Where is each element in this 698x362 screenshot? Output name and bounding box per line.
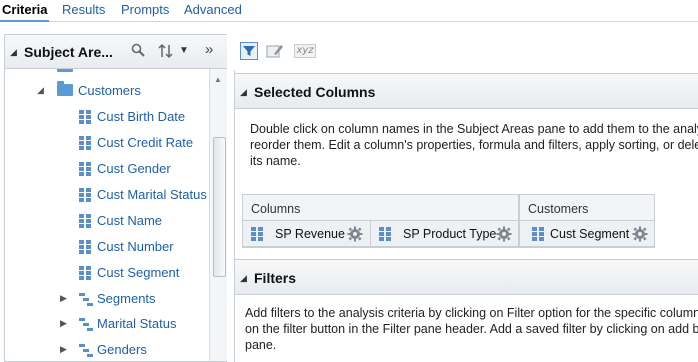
scrollbar-thumb[interactable] bbox=[213, 137, 226, 277]
expand-icon[interactable]: ▶ bbox=[60, 344, 67, 355]
column-group-customers: Customers Cust Segment bbox=[519, 194, 655, 248]
selected-columns-instructions-line-1: Double click on column names in the Subj… bbox=[250, 122, 698, 136]
tree-item-cust-marital-status[interactable]: Cust Marital Status bbox=[5, 185, 207, 205]
tree-item-cust-segment[interactable]: Cust Segment bbox=[5, 263, 205, 283]
column-chip-sp-revenue[interactable]: SP Revenue bbox=[242, 220, 371, 247]
tree-item-segments[interactable]: ▶ Segments bbox=[5, 289, 205, 309]
edit-formula-icon[interactable] bbox=[266, 42, 284, 60]
tree-item-label: Cust Birth Date bbox=[97, 109, 186, 124]
column-chip-label: SP Product Type bbox=[403, 227, 497, 241]
tree-item-cust-gender[interactable]: Cust Gender bbox=[5, 159, 205, 179]
column-icon bbox=[79, 214, 91, 228]
tab-results-label: Results bbox=[62, 2, 106, 17]
column-icon bbox=[251, 227, 263, 241]
subject-areas-header: ◢ Subject Are... ▼ » bbox=[5, 35, 227, 69]
column-chip-sp-product-type[interactable]: SP Product Type bbox=[370, 220, 519, 247]
column-icon bbox=[79, 266, 91, 280]
filters-instructions-line-3: pane. bbox=[245, 338, 277, 352]
filters-instructions-line-1: Add filters to the analysis criteria by … bbox=[245, 306, 698, 320]
sort-icon[interactable] bbox=[158, 43, 174, 62]
column-icon bbox=[79, 240, 91, 254]
filters-instructions-line-2: on the filter button in the Filter pane … bbox=[245, 322, 698, 336]
tree-item-marital-status[interactable]: ▶ Marital Status bbox=[5, 314, 205, 334]
collapse-pane-icon[interactable]: ◢ bbox=[10, 47, 17, 58]
filters-title: Filters bbox=[254, 270, 297, 286]
collapse-panel-icon[interactable]: » bbox=[205, 41, 213, 58]
subject-areas-title: Subject Are... bbox=[24, 44, 113, 60]
tree-scrollbar[interactable]: ▲ bbox=[209, 69, 227, 361]
tree-item-label: Cust Name bbox=[97, 213, 163, 228]
column-icon bbox=[79, 110, 91, 124]
gear-icon[interactable] bbox=[347, 226, 363, 242]
filters-header: ◢ Filters bbox=[235, 259, 698, 295]
selected-columns-instructions-line-2: reorder them. Edit a column's properties… bbox=[250, 138, 698, 152]
tree-item-cust-credit-rate[interactable]: Cust Credit Rate bbox=[5, 133, 205, 153]
tree-item-cust-name[interactable]: Cust Name bbox=[5, 211, 205, 231]
column-chip-label: Cust Segment bbox=[550, 227, 630, 241]
hierarchy-icon bbox=[79, 292, 93, 306]
expand-icon[interactable]: ▶ bbox=[60, 318, 67, 329]
column-icon bbox=[79, 188, 91, 202]
gear-icon[interactable] bbox=[496, 226, 512, 242]
column-chip-cust-segment[interactable]: Cust Segment bbox=[519, 220, 655, 247]
subject-areas-pane: ◢ Subject Are... ▼ » ▸ ◢ Customers Cust … bbox=[4, 34, 227, 362]
selected-columns-title: Selected Columns bbox=[254, 84, 376, 100]
tree-item-label: Cust Gender bbox=[97, 161, 171, 176]
collapse-section-icon[interactable]: ◢ bbox=[240, 87, 247, 98]
tab-prompts-label: Prompts bbox=[121, 2, 170, 17]
column-group-columns: Columns SP Revenue SP Product Type bbox=[242, 194, 519, 248]
tree-item-label: Marital Status bbox=[97, 316, 177, 331]
column-icon bbox=[379, 227, 391, 241]
tree-item-label: Cust Credit Rate bbox=[97, 135, 194, 150]
tree-item-label: Segments bbox=[97, 291, 156, 306]
scroll-up-icon[interactable]: ▲ bbox=[214, 75, 222, 84]
criteria-toolbar: xyz bbox=[234, 34, 698, 68]
tab-advanced[interactable]: Advanced bbox=[184, 0, 242, 22]
tree-item-label: Cust Segment bbox=[97, 265, 180, 280]
tab-results[interactable]: Results bbox=[62, 0, 105, 22]
expand-icon[interactable]: ▶ bbox=[60, 293, 67, 304]
tab-criteria-label: Criteria bbox=[2, 2, 48, 17]
hierarchy-icon bbox=[79, 343, 93, 357]
xyz-icon[interactable]: xyz bbox=[294, 44, 316, 58]
tree-item-label: Cust Marital Status bbox=[97, 187, 207, 202]
selected-columns-header: ◢ Selected Columns bbox=[235, 73, 698, 109]
search-icon[interactable] bbox=[131, 43, 145, 60]
hierarchy-icon bbox=[79, 317, 93, 331]
column-icon bbox=[79, 136, 91, 150]
sort-dropdown-icon[interactable]: ▼ bbox=[179, 45, 189, 56]
tab-prompts[interactable]: Prompts bbox=[121, 0, 169, 22]
tab-advanced-label: Advanced bbox=[184, 2, 242, 17]
folder-icon bbox=[57, 69, 73, 72]
column-group-title: Columns bbox=[251, 202, 301, 216]
expand-icon: ▸ bbox=[37, 69, 42, 72]
tab-bar: Criteria Results Prompts Advanced bbox=[0, 0, 698, 22]
column-group-title: Customers bbox=[528, 202, 589, 216]
filter-icon[interactable] bbox=[240, 42, 258, 60]
tab-criteria[interactable]: Criteria bbox=[0, 0, 49, 22]
tree-item-cust-birth-date[interactable]: Cust Birth Date bbox=[5, 107, 205, 127]
tree-item-cust-number[interactable]: Cust Number bbox=[5, 237, 205, 257]
column-icon bbox=[79, 162, 91, 176]
tree-item-customers[interactable]: ◢ Customers bbox=[5, 81, 205, 101]
tree-item-genders[interactable]: ▶ Genders bbox=[5, 340, 205, 360]
tree-item-label: Cust Number bbox=[97, 239, 174, 254]
column-icon bbox=[532, 227, 544, 241]
collapse-tree-icon[interactable]: ◢ bbox=[37, 85, 44, 96]
gear-icon[interactable] bbox=[632, 226, 648, 242]
tree-item-label: Genders bbox=[97, 342, 147, 357]
tree-item-partial: ▸ bbox=[5, 69, 205, 77]
subject-areas-tree: ▸ ◢ Customers Cust Birth Date Cust Credi… bbox=[5, 69, 209, 361]
column-chip-label: SP Revenue bbox=[275, 227, 345, 241]
tree-item-label: Customers bbox=[78, 83, 141, 98]
folder-icon bbox=[57, 81, 73, 96]
selected-columns-instructions-line-3: its name. bbox=[250, 154, 301, 168]
collapse-section-icon[interactable]: ◢ bbox=[240, 273, 247, 284]
criteria-main-pane: ◢ Selected Columns Double click on colum… bbox=[234, 70, 698, 362]
